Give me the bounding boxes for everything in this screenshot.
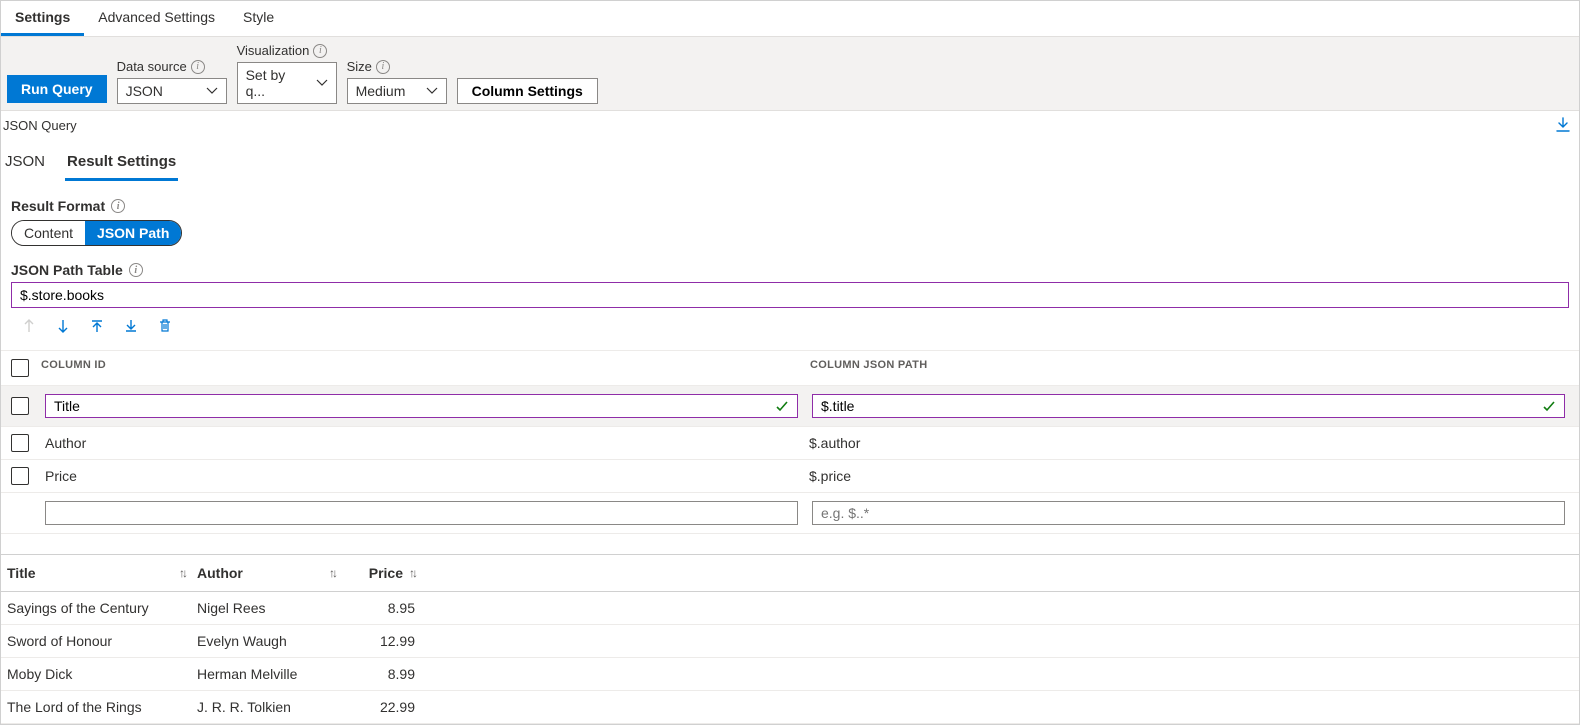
result-format-toggle[interactable]: Content JSON Path [11, 220, 182, 246]
move-top-icon[interactable] [89, 318, 105, 334]
chevron-down-icon [426, 85, 438, 97]
cell-author: J. R. R. Tolkien [191, 691, 341, 724]
cell-author: Herman Melville [191, 658, 341, 691]
result-subtabs: JSON Result Settings [1, 139, 1579, 182]
results-row: Sayings of the Century Nigel Rees 8.95 [1, 592, 1579, 625]
json-query-label: JSON Query [3, 118, 77, 133]
cell-price: 8.95 [341, 592, 421, 625]
top-tabs: Settings Advanced Settings Style [1, 1, 1579, 37]
move-up-icon [21, 318, 37, 334]
move-down-icon[interactable] [55, 318, 71, 334]
datasource-label: Data source [117, 59, 187, 74]
tab-settings[interactable]: Settings [1, 1, 84, 36]
chevron-down-icon [316, 77, 328, 89]
sort-icon: ↑↓ [329, 566, 335, 580]
toolbar: Run Query Data source i JSON Visualizati… [1, 37, 1579, 111]
visualization-label: Visualization [237, 43, 310, 58]
info-icon[interactable]: i [376, 60, 390, 74]
column-row-new[interactable] [1, 493, 1579, 534]
pill-content[interactable]: Content [12, 221, 85, 245]
info-icon[interactable]: i [313, 44, 327, 58]
results-header-title[interactable]: Title↑↓ [1, 555, 191, 592]
cell-title: Sayings of the Century [1, 592, 191, 625]
column-id-cell: Author [41, 433, 805, 453]
size-value: Medium [356, 83, 406, 99]
subtab-json[interactable]: JSON [3, 153, 47, 181]
results-table: Title↑↓ Author↑↓ Price↑↓ Sayings of the … [1, 554, 1579, 724]
row-checkbox[interactable] [11, 467, 29, 485]
results-header-price[interactable]: Price↑↓ [341, 555, 421, 592]
results-row: Moby Dick Herman Melville 8.99 [1, 658, 1579, 691]
datasource-select[interactable]: JSON [117, 78, 227, 104]
cell-price: 12.99 [341, 625, 421, 658]
column-row[interactable] [1, 386, 1579, 427]
datasource-value: JSON [126, 83, 163, 99]
size-group: Size i Medium [347, 59, 447, 104]
check-icon [775, 399, 789, 413]
column-settings-group: Column Settings [457, 59, 598, 104]
column-path-cell: $.price [805, 466, 1569, 486]
visualization-group: Visualization i Set by q... [237, 43, 337, 104]
row-checkbox[interactable] [11, 434, 29, 452]
column-settings-button[interactable]: Column Settings [457, 78, 598, 104]
cell-author: Evelyn Waugh [191, 625, 341, 658]
run-query-button[interactable]: Run Query [7, 75, 107, 103]
json-path-table-label: JSON Path Table [11, 262, 123, 278]
column-id-header: COLUMN ID [41, 359, 810, 377]
tab-advanced-settings[interactable]: Advanced Settings [84, 1, 229, 36]
check-icon [1542, 399, 1556, 413]
column-row[interactable]: Price $.price [1, 460, 1579, 493]
cell-title: Moby Dick [1, 658, 191, 691]
results-row: Sword of Honour Evelyn Waugh 12.99 [1, 625, 1579, 658]
download-icon[interactable] [1555, 117, 1571, 133]
cell-author: Nigel Rees [191, 592, 341, 625]
datasource-group: Data source i JSON [117, 59, 227, 104]
json-path-table-input[interactable] [11, 282, 1569, 308]
row-checkbox[interactable] [11, 397, 29, 415]
chevron-down-icon [206, 85, 218, 97]
results-row: The Lord of the Rings J. R. R. Tolkien 2… [1, 691, 1579, 724]
cell-price: 8.99 [341, 658, 421, 691]
subtab-result-settings[interactable]: Result Settings [65, 153, 178, 181]
size-label: Size [347, 59, 372, 74]
pill-json-path[interactable]: JSON Path [85, 221, 181, 245]
settings-panel: Settings Advanced Settings Style Run Que… [0, 0, 1580, 725]
sort-icon: ↑↓ [179, 566, 185, 580]
visualization-select[interactable]: Set by q... [237, 62, 337, 104]
cell-title: The Lord of the Rings [1, 691, 191, 724]
cell-title: Sword of Honour [1, 625, 191, 658]
select-all-checkbox[interactable] [11, 359, 29, 377]
column-row[interactable]: Author $.author [1, 427, 1579, 460]
new-column-path-input[interactable] [812, 501, 1565, 525]
cell-price: 22.99 [341, 691, 421, 724]
info-icon[interactable]: i [111, 199, 125, 213]
sort-icon: ↑↓ [409, 566, 415, 580]
column-actions [11, 308, 1569, 344]
visualization-value: Set by q... [246, 67, 308, 99]
column-path-cell: $.author [805, 433, 1569, 453]
move-bottom-icon[interactable] [123, 318, 139, 334]
tab-style[interactable]: Style [229, 1, 288, 36]
results-header-author[interactable]: Author↑↓ [191, 555, 341, 592]
column-id-input[interactable] [45, 394, 798, 418]
column-id-cell: Price [41, 466, 805, 486]
info-icon[interactable]: i [129, 263, 143, 277]
size-select[interactable]: Medium [347, 78, 447, 104]
column-path-input[interactable] [812, 394, 1565, 418]
column-path-header: COLUMN JSON PATH [810, 359, 1569, 377]
columns-grid-header: COLUMN ID COLUMN JSON PATH [1, 350, 1579, 386]
new-column-id-input[interactable] [45, 501, 798, 525]
result-format-label: Result Format [11, 198, 105, 214]
info-icon[interactable]: i [191, 60, 205, 74]
delete-icon[interactable] [157, 318, 173, 334]
